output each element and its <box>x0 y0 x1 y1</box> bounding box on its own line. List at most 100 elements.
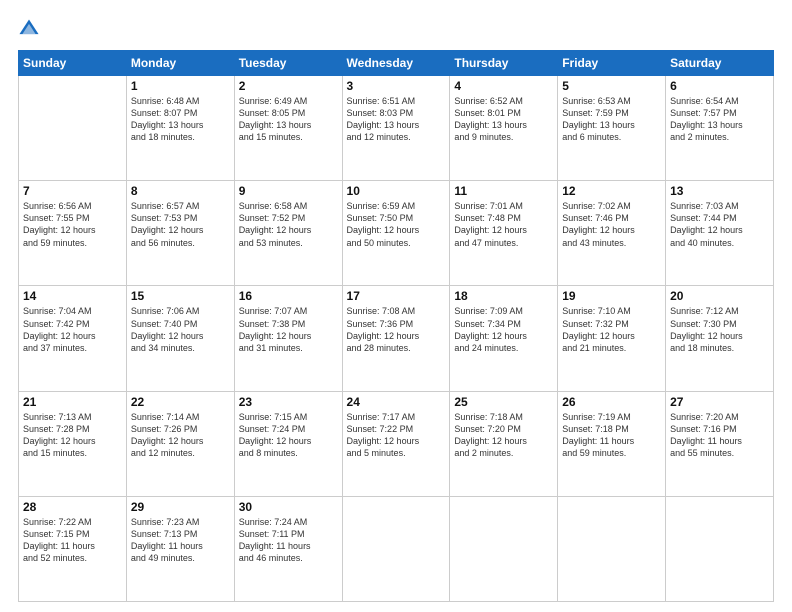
calendar-cell: 12Sunrise: 7:02 AM Sunset: 7:46 PM Dayli… <box>558 181 666 286</box>
calendar-cell: 18Sunrise: 7:09 AM Sunset: 7:34 PM Dayli… <box>450 286 558 391</box>
day-number: 25 <box>454 395 553 409</box>
calendar-cell: 10 Sunrise: 6:59 AM Sunset: 7:50 PM Dayli… <box>342 181 450 286</box>
calendar-cell: 6 Sunrise: 6:54 AM Sunset: 7:57 PM Daylig… <box>666 76 774 181</box>
calendar-week-4: 28 Sunrise: 7:22 AM Sunset: 7:15 PM Dayli… <box>19 496 774 601</box>
day-number: 1 <box>131 79 230 93</box>
day-number: 19 <box>562 289 661 303</box>
calendar-cell: 1 Sunrise: 6:48 AM Sunset: 8:07 PM Daylig… <box>126 76 234 181</box>
day-info: Sunrise: 6:52 AM Sunset: 8:01 PM Dayligh… <box>454 95 553 144</box>
calendar-cell: 15 Sunrise: 7:06 AM Sunset: 7:40 PM Dayli… <box>126 286 234 391</box>
day-number: 16 <box>239 289 338 303</box>
logo <box>18 18 42 40</box>
calendar-cell: 5 Sunrise: 6:53 AM Sunset: 7:59 PM Daylig… <box>558 76 666 181</box>
calendar-cell <box>558 496 666 601</box>
calendar-cell: 3 Sunrise: 6:51 AM Sunset: 8:03 PM Daylig… <box>342 76 450 181</box>
day-number: 27 <box>670 395 769 409</box>
day-info: Sunrise: 7:07 AM Sunset: 7:38 PM Dayligh… <box>239 305 338 354</box>
day-info: Sunrise: 7:19 AM Sunset: 7:18 PM Dayligh… <box>562 411 661 460</box>
calendar-cell: 17Sunrise: 7:08 AM Sunset: 7:36 PM Dayli… <box>342 286 450 391</box>
calendar-cell: 4 Sunrise: 6:52 AM Sunset: 8:01 PM Daylig… <box>450 76 558 181</box>
calendar-cell <box>342 496 450 601</box>
calendar-week-1: 7 Sunrise: 6:56 AM Sunset: 7:55 PM Daylig… <box>19 181 774 286</box>
page: SundayMondayTuesdayWednesdayThursdayFrid… <box>0 0 792 612</box>
day-info: Sunrise: 7:24 AM Sunset: 7:11 PM Dayligh… <box>239 516 338 565</box>
day-number: 10 <box>347 184 446 198</box>
calendar-cell: 14 Sunrise: 7:04 AM Sunset: 7:42 PM Dayli… <box>19 286 127 391</box>
calendar-week-3: 21 Sunrise: 7:13 AM Sunset: 7:28 PM Dayli… <box>19 391 774 496</box>
header <box>18 18 774 40</box>
calendar-cell <box>666 496 774 601</box>
calendar-cell: 13 Sunrise: 7:03 AM Sunset: 7:44 PM Dayli… <box>666 181 774 286</box>
day-number: 6 <box>670 79 769 93</box>
day-info: Sunrise: 7:06 AM Sunset: 7:40 PM Dayligh… <box>131 305 230 354</box>
day-info: Sunrise: 7:22 AM Sunset: 7:15 PM Dayligh… <box>23 516 122 565</box>
calendar-cell: 20 Sunrise: 7:12 AM Sunset: 7:30 PM Dayli… <box>666 286 774 391</box>
day-info: Sunrise: 7:17 AM Sunset: 7:22 PM Dayligh… <box>347 411 446 460</box>
calendar-header-sunday: Sunday <box>19 51 127 76</box>
day-number: 9 <box>239 184 338 198</box>
day-info: Sunrise: 7:14 AM Sunset: 7:26 PM Dayligh… <box>131 411 230 460</box>
day-info: Sunrise: 7:13 AM Sunset: 7:28 PM Dayligh… <box>23 411 122 460</box>
calendar-cell: 19 Sunrise: 7:10 AM Sunset: 7:32 PM Dayli… <box>558 286 666 391</box>
calendar-header-row: SundayMondayTuesdayWednesdayThursdayFrid… <box>19 51 774 76</box>
day-number: 26 <box>562 395 661 409</box>
day-number: 4 <box>454 79 553 93</box>
day-info: Sunrise: 6:56 AM Sunset: 7:55 PM Dayligh… <box>23 200 122 249</box>
calendar-header-wednesday: Wednesday <box>342 51 450 76</box>
calendar-cell: 26 Sunrise: 7:19 AM Sunset: 7:18 PM Dayli… <box>558 391 666 496</box>
calendar-cell: 7 Sunrise: 6:56 AM Sunset: 7:55 PM Daylig… <box>19 181 127 286</box>
calendar-week-2: 14 Sunrise: 7:04 AM Sunset: 7:42 PM Dayli… <box>19 286 774 391</box>
day-info: Sunrise: 6:54 AM Sunset: 7:57 PM Dayligh… <box>670 95 769 144</box>
day-number: 15 <box>131 289 230 303</box>
day-info: Sunrise: 7:04 AM Sunset: 7:42 PM Dayligh… <box>23 305 122 354</box>
day-number: 23 <box>239 395 338 409</box>
day-info: Sunrise: 6:58 AM Sunset: 7:52 PM Dayligh… <box>239 200 338 249</box>
day-number: 28 <box>23 500 122 514</box>
day-number: 12 <box>562 184 661 198</box>
calendar-cell: 25 Sunrise: 7:18 AM Sunset: 7:20 PM Dayli… <box>450 391 558 496</box>
calendar-cell: 27Sunrise: 7:20 AM Sunset: 7:16 PM Dayli… <box>666 391 774 496</box>
day-number: 17 <box>347 289 446 303</box>
calendar-cell: 11Sunrise: 7:01 AM Sunset: 7:48 PM Dayli… <box>450 181 558 286</box>
day-info: Sunrise: 6:48 AM Sunset: 8:07 PM Dayligh… <box>131 95 230 144</box>
day-number: 5 <box>562 79 661 93</box>
day-info: Sunrise: 6:53 AM Sunset: 7:59 PM Dayligh… <box>562 95 661 144</box>
calendar-week-0: 1 Sunrise: 6:48 AM Sunset: 8:07 PM Daylig… <box>19 76 774 181</box>
day-number: 3 <box>347 79 446 93</box>
calendar-header-monday: Monday <box>126 51 234 76</box>
calendar-cell: 28 Sunrise: 7:22 AM Sunset: 7:15 PM Dayli… <box>19 496 127 601</box>
day-number: 14 <box>23 289 122 303</box>
day-info: Sunrise: 7:10 AM Sunset: 7:32 PM Dayligh… <box>562 305 661 354</box>
day-number: 30 <box>239 500 338 514</box>
day-number: 20 <box>670 289 769 303</box>
day-number: 2 <box>239 79 338 93</box>
day-number: 21 <box>23 395 122 409</box>
day-info: Sunrise: 7:15 AM Sunset: 7:24 PM Dayligh… <box>239 411 338 460</box>
calendar-header-tuesday: Tuesday <box>234 51 342 76</box>
day-number: 24 <box>347 395 446 409</box>
logo-icon <box>18 18 40 40</box>
calendar-cell: 2Sunrise: 6:49 AM Sunset: 8:05 PM Daylig… <box>234 76 342 181</box>
day-info: Sunrise: 7:12 AM Sunset: 7:30 PM Dayligh… <box>670 305 769 354</box>
calendar-cell: 9 Sunrise: 6:58 AM Sunset: 7:52 PM Daylig… <box>234 181 342 286</box>
day-number: 22 <box>131 395 230 409</box>
calendar-cell: 29Sunrise: 7:23 AM Sunset: 7:13 PM Dayli… <box>126 496 234 601</box>
calendar-cell: 16 Sunrise: 7:07 AM Sunset: 7:38 PM Dayli… <box>234 286 342 391</box>
calendar-cell: 23 Sunrise: 7:15 AM Sunset: 7:24 PM Dayli… <box>234 391 342 496</box>
day-number: 7 <box>23 184 122 198</box>
day-number: 8 <box>131 184 230 198</box>
calendar-cell: 22 Sunrise: 7:14 AM Sunset: 7:26 PM Dayli… <box>126 391 234 496</box>
day-info: Sunrise: 7:03 AM Sunset: 7:44 PM Dayligh… <box>670 200 769 249</box>
calendar-cell: 30 Sunrise: 7:24 AM Sunset: 7:11 PM Dayli… <box>234 496 342 601</box>
day-number: 29 <box>131 500 230 514</box>
calendar-cell: 21 Sunrise: 7:13 AM Sunset: 7:28 PM Dayli… <box>19 391 127 496</box>
day-info: Sunrise: 7:18 AM Sunset: 7:20 PM Dayligh… <box>454 411 553 460</box>
calendar-cell: 24 Sunrise: 7:17 AM Sunset: 7:22 PM Dayli… <box>342 391 450 496</box>
day-info: Sunrise: 6:51 AM Sunset: 8:03 PM Dayligh… <box>347 95 446 144</box>
day-number: 13 <box>670 184 769 198</box>
calendar-header-saturday: Saturday <box>666 51 774 76</box>
day-number: 11 <box>454 184 553 198</box>
day-number: 18 <box>454 289 553 303</box>
calendar-cell: 8Sunrise: 6:57 AM Sunset: 7:53 PM Daylig… <box>126 181 234 286</box>
day-info: Sunrise: 6:59 AM Sunset: 7:50 PM Dayligh… <box>347 200 446 249</box>
